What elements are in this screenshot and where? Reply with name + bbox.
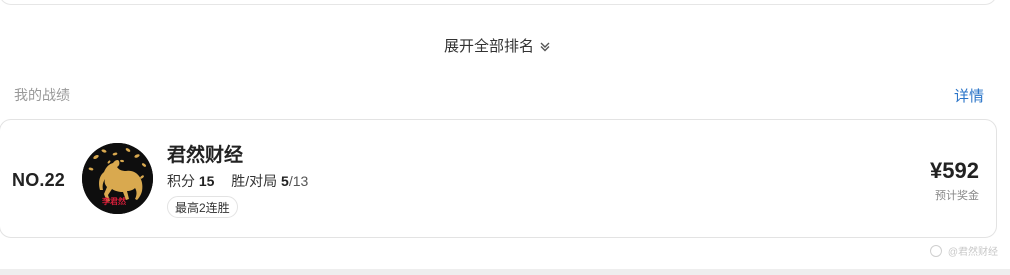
expand-all-rankings-label: 展开全部排名 — [443, 37, 534, 55]
chevron-down-icon — [538, 39, 552, 53]
prize-label: 预计奖金 — [935, 190, 979, 202]
avatar[interactable]: 李君然 — [82, 143, 153, 214]
section-title: 我的战绩 — [14, 87, 70, 103]
points-label: 积分 — [167, 173, 195, 189]
my-record-header: 我的战绩 详情 — [14, 84, 984, 106]
my-record-card[interactable]: NO.22 李君然 君然财经 积分 15 胜/对局 5/13 最高2连胜 ¥59… — [0, 119, 997, 238]
expand-all-rankings-button[interactable]: 展开全部排名 — [0, 33, 996, 57]
player-stats: 积分 15 胜/对局 5/13 — [167, 171, 308, 191]
prize-amount: ¥592 — [930, 158, 979, 183]
previous-ranking-card — [0, 0, 997, 5]
games-value: /13 — [288, 173, 309, 189]
bottom-divider — [0, 269, 1010, 275]
player-name: 君然财经 — [167, 145, 244, 166]
svg-text:李君然: 李君然 — [101, 196, 126, 206]
rank-number: NO.22 — [12, 170, 66, 190]
wins-value: 5 — [281, 173, 289, 189]
watermark-text: @君然财经 — [947, 247, 998, 258]
wins-label: 胜/对局 — [231, 173, 278, 189]
points-value: 15 — [198, 173, 215, 189]
watermark-logo-icon — [929, 244, 942, 257]
watermark: @君然财经 — [929, 243, 998, 258]
details-link[interactable]: 详情 — [954, 85, 984, 106]
horse-logo-icon: 李君然 — [82, 143, 153, 214]
streak-badge: 最高2连胜 — [167, 196, 238, 218]
